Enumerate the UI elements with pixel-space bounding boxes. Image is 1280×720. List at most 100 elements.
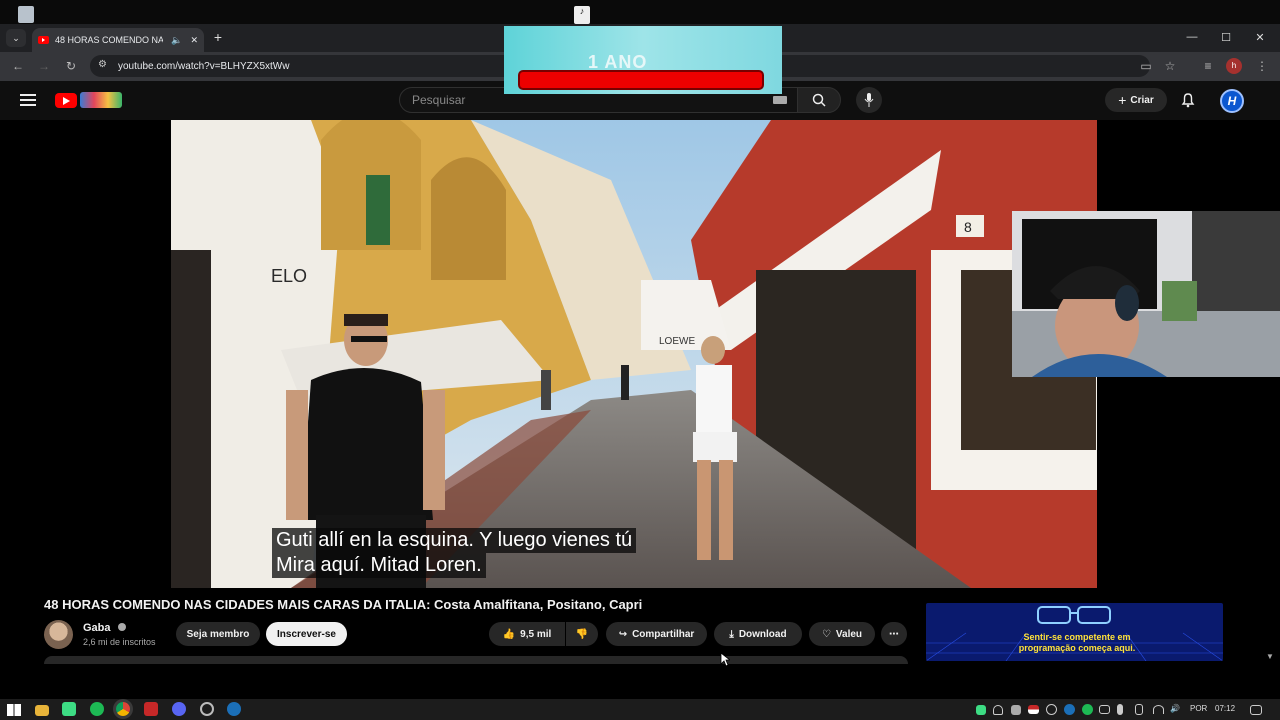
profile-avatar[interactable]: h (1226, 58, 1242, 74)
share-button[interactable]: ↪ Compartilhar (606, 622, 707, 646)
discord-icon[interactable] (172, 702, 186, 716)
subscribe-label: Inscrever-se (277, 628, 336, 640)
forward-icon[interactable]: → (36, 58, 52, 74)
tray-network-icon[interactable] (1046, 704, 1057, 715)
reload-icon[interactable]: ↻ (63, 58, 79, 74)
sponsored-ad-banner[interactable]: Sentir-se competente em programação come… (926, 603, 1223, 661)
tray-spotify-icon[interactable] (1082, 704, 1093, 715)
cast-icon[interactable]: ▭ (1138, 58, 1154, 74)
recycle-bin-icon[interactable] (18, 6, 34, 23)
shop-sign-elo: ELO (271, 266, 307, 286)
verified-badge-icon (117, 623, 126, 631)
url-text: youtube.com/watch?v=BLHYZX5xtWw (118, 60, 290, 72)
tray-tools-icon[interactable] (1011, 705, 1021, 715)
desktop-top-strip (0, 0, 1280, 24)
tab-search-dropdown-icon[interactable]: ⌄ (6, 29, 26, 47)
plus-icon: + (1118, 92, 1127, 108)
video-subtitles: Guti allí en la esquina. Y luego vienes … (272, 528, 637, 578)
more-actions-button[interactable]: ⋯ (881, 622, 907, 646)
new-tab-button[interactable]: + (210, 29, 226, 45)
dislike-button[interactable]: 👎 (566, 622, 598, 646)
share-icon: ↪ (618, 628, 628, 640)
scroll-down-arrow-icon[interactable]: ▼ (1266, 652, 1274, 661)
channel-name[interactable]: Gaba (83, 622, 126, 634)
back-icon[interactable]: ← (10, 58, 26, 74)
description-box-edge[interactable] (44, 656, 908, 664)
tray-volume-icon[interactable]: 🔊 (1170, 704, 1180, 713)
speaker-icon[interactable]: 🔈 (171, 35, 182, 46)
tab-title: 48 HORAS COMENDO NAS (55, 35, 164, 45)
minimize-button[interactable]: — (1175, 28, 1209, 46)
shop-sign-loewe: LOEWE (659, 336, 695, 347)
file-explorer-icon[interactable] (35, 705, 49, 716)
clock-time[interactable]: 07:12 (1215, 704, 1235, 713)
tray-flag-icon[interactable] (1028, 705, 1039, 714)
channel-avatar[interactable] (44, 620, 73, 649)
youtube-logo[interactable] (55, 93, 77, 108)
account-avatar[interactable]: H (1220, 89, 1244, 113)
shop-sign-number: 8 (964, 219, 972, 235)
spotify-icon[interactable] (90, 702, 104, 716)
close-window-button[interactable]: ✕ (1243, 28, 1277, 46)
settings-gear-icon[interactable] (200, 702, 214, 716)
doodle-logo-icon[interactable] (80, 92, 122, 108)
thumbs-down-icon: 👎 (575, 628, 589, 640)
chrome-icon[interactable] (116, 702, 130, 716)
maximize-button[interactable]: ☐ (1209, 28, 1243, 46)
subtitle-line-1: Guti allí en la esquina. Y luego vienes … (272, 528, 637, 553)
more-horizontal-icon: ⋯ (889, 628, 899, 640)
bookmark-star-icon[interactable]: ☆ (1162, 58, 1178, 74)
youtube-favicon-icon (38, 36, 49, 44)
share-label: Compartilhar (632, 628, 695, 640)
tray-mic-icon[interactable] (1117, 704, 1123, 715)
voice-search-button[interactable] (856, 87, 882, 113)
tray-usb-icon[interactable] (1135, 704, 1143, 715)
site-info-icon[interactable]: ⚙ (98, 59, 107, 70)
webcam-overlay (1012, 211, 1280, 377)
tray-display-icon[interactable] (1099, 705, 1110, 714)
browser-tab[interactable]: 48 HORAS COMENDO NAS 🔈 ✕ (32, 28, 204, 52)
news-app-icon[interactable] (144, 702, 158, 716)
video-title: 48 HORAS COMENDO NAS CIDADES MAIS CARAS … (44, 597, 643, 612)
thumbs-up-icon: 👍 (502, 628, 516, 640)
like-count: 9,5 mil (520, 628, 552, 640)
language-indicator[interactable]: POR (1190, 704, 1207, 713)
download-icon: ⤓ (729, 628, 734, 640)
thanks-label: Valeu (835, 628, 863, 640)
steam-icon[interactable] (227, 702, 241, 716)
video-player[interactable]: ELO LOEWE 8 (171, 120, 1097, 588)
overlay-red-bar (518, 70, 764, 90)
android-app-icon[interactable] (62, 702, 76, 716)
tray-app-icon-1[interactable] (976, 705, 986, 715)
subscriber-count: 2,6 mi de inscritos (83, 637, 156, 647)
tray-wifi-icon[interactable] (1153, 705, 1164, 714)
keyboard-icon[interactable] (773, 96, 787, 104)
thanks-button[interactable]: ♡ Valeu (809, 622, 875, 646)
subtitle-line-2: Mira aquí. Mitad Loren. (272, 553, 486, 578)
search-icon (812, 93, 826, 107)
ad-text: Sentir-se competente em programação come… (1018, 632, 1136, 653)
close-tab-icon[interactable]: ✕ (190, 35, 198, 46)
stream-alert-overlay: 1 ANO (504, 26, 782, 94)
thanks-icon: ♡ (821, 628, 831, 640)
search-button[interactable] (797, 87, 841, 113)
like-button[interactable]: 👍 9,5 mil (489, 622, 565, 646)
create-button[interactable]: + Criar (1105, 88, 1167, 112)
join-label: Seja membro (186, 628, 250, 640)
join-button[interactable]: Seja membro (176, 622, 260, 646)
tiktok-icon[interactable]: ♪ (574, 6, 590, 24)
tray-headset-icon[interactable] (993, 705, 1003, 715)
notifications-bell-icon[interactable] (1181, 92, 1195, 108)
video-frame: ELO LOEWE 8 (171, 120, 1097, 588)
notification-center-icon[interactable] (1250, 705, 1262, 715)
subscribe-button[interactable]: Inscrever-se (266, 622, 347, 646)
media-control-icon[interactable]: ≡ (1200, 58, 1216, 74)
download-button[interactable]: ⤓ Download (714, 622, 802, 646)
windows-start-icon[interactable] (7, 704, 21, 716)
tray-steam-icon[interactable] (1064, 704, 1075, 715)
download-label: Download (738, 628, 787, 640)
menu-kebab-icon[interactable]: ⋮ (1254, 58, 1270, 74)
hamburger-menu-icon[interactable] (20, 94, 36, 106)
create-label: Criar (1130, 94, 1154, 106)
mouse-cursor-icon (720, 652, 730, 667)
